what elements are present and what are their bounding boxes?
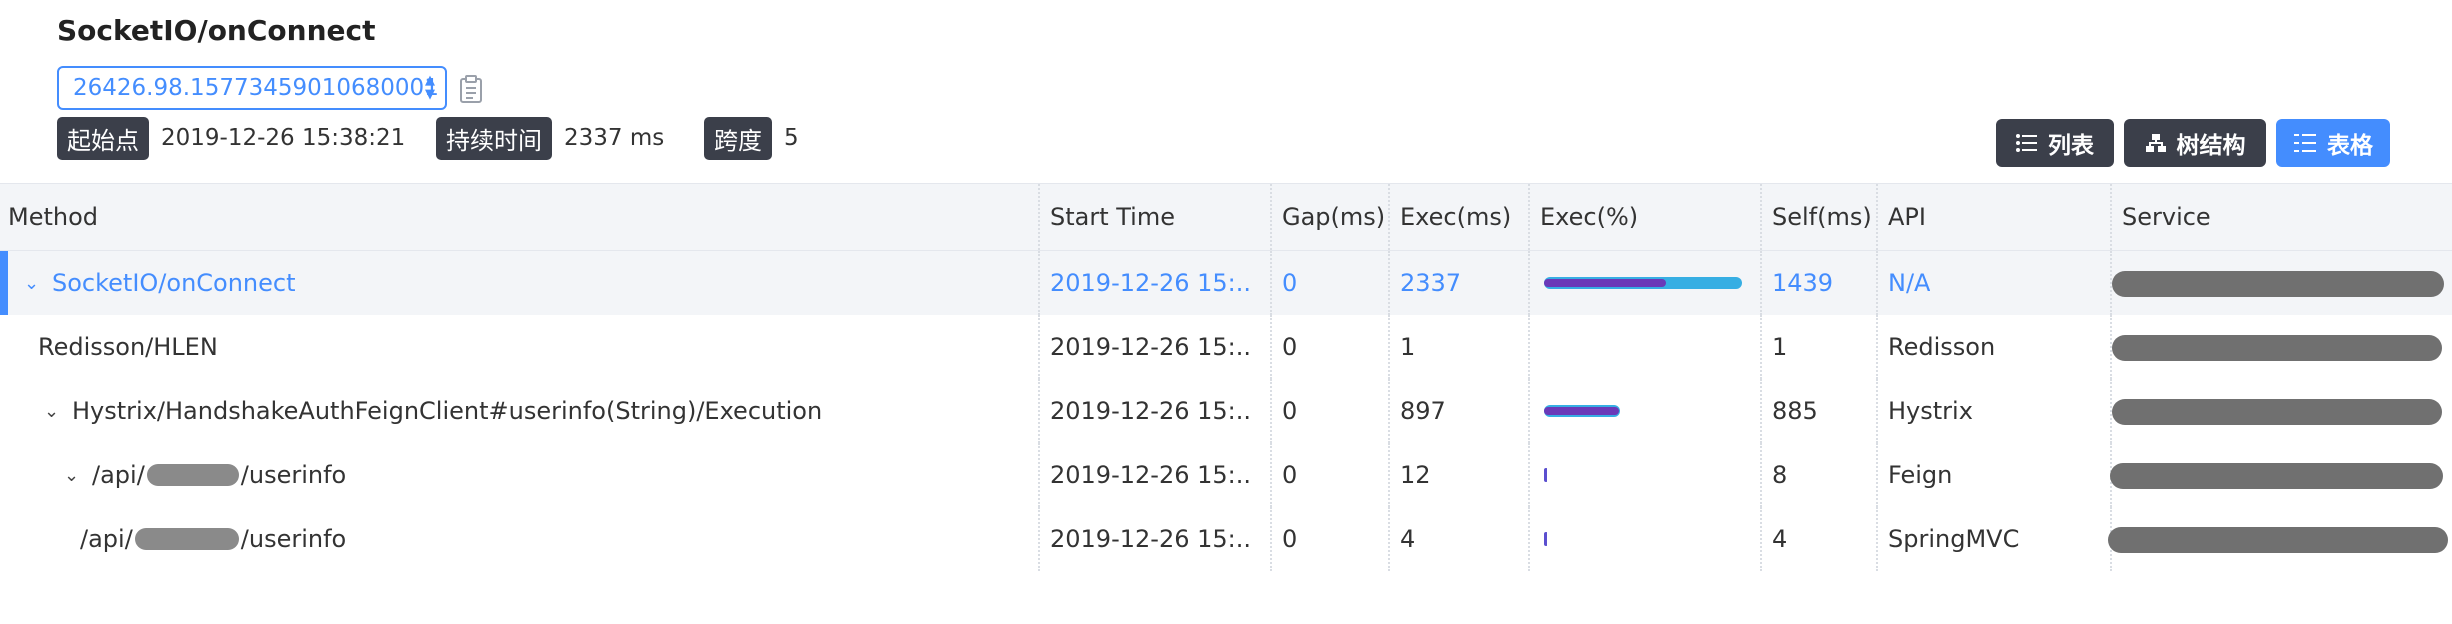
redacted-service — [2112, 335, 2442, 361]
self-bar — [1544, 279, 1666, 287]
table-row[interactable]: ⌄ Hystrix/HandshakeAuthFeignClient#useri… — [0, 379, 2452, 443]
duration-badge: 持续时间 — [436, 116, 552, 160]
col-service[interactable]: Service — [2122, 184, 2211, 250]
start-time: 2019-12-26 15:... — [1050, 269, 1250, 297]
start-badge: 起始点 — [57, 116, 149, 160]
list-view-label: 列表 — [2048, 133, 2094, 159]
method-suffix: /userinfo — [240, 525, 347, 553]
gap-value: 0 — [1282, 461, 1298, 489]
method-prefix: /api/ — [80, 525, 133, 553]
self-value: 1439 — [1772, 269, 1834, 297]
exec-value: 2337 — [1400, 269, 1462, 297]
api-value: Redisson — [1888, 333, 1996, 361]
meta-span: 跨度 5 — [704, 116, 799, 160]
redacted-segment — [146, 464, 239, 486]
method-name: Redisson/HLEN — [38, 333, 218, 361]
table-icon — [2294, 134, 2316, 152]
api-value: N/A — [1888, 269, 1931, 297]
self-bar — [1544, 407, 1619, 415]
gap-value: 0 — [1282, 397, 1298, 425]
trace-table: Method Start Time Gap(ms) Exec(ms) Exec(… — [0, 183, 2452, 571]
exec-value: 897 — [1400, 397, 1446, 425]
self-value: 885 — [1772, 397, 1818, 425]
span-badge: 跨度 — [704, 116, 772, 160]
method-prefix: /api/ — [92, 461, 145, 489]
method-name: Hystrix/HandshakeAuthFeignClient#userinf… — [72, 397, 823, 425]
exec-value: 4 — [1400, 525, 1416, 553]
exec-bar-tiny — [1544, 532, 1548, 546]
api-value: Feign — [1888, 461, 1953, 489]
table-row[interactable]: ⌄ SocketIO/onConnect 2019-12-26 15:... 0… — [0, 251, 2452, 315]
page-title: SocketIO/onConnect — [57, 14, 376, 47]
chevron-down-icon[interactable]: ⌄ — [24, 273, 44, 294]
redacted-service — [2110, 463, 2443, 489]
start-value: 2019-12-26 15:38:21 — [161, 125, 406, 151]
span-value: 5 — [784, 125, 799, 151]
redacted-service — [2108, 527, 2448, 553]
self-value: 8 — [1772, 461, 1788, 489]
trace-id-select[interactable]: 26426.98.15773459010680001 ▲ ▼ — [57, 66, 447, 110]
meta-duration: 持续时间 2337 ms — [436, 116, 665, 160]
exec-value: 12 — [1400, 461, 1431, 489]
exec-bar-tiny — [1544, 468, 1548, 482]
table-view-label: 表格 — [2327, 133, 2373, 159]
chevron-down-icon[interactable]: ⌄ — [64, 465, 84, 486]
col-self[interactable]: Self(ms) — [1772, 184, 1872, 250]
api-value: SpringMVC — [1888, 525, 2020, 553]
col-exec-pct[interactable]: Exec(%) — [1540, 184, 1638, 250]
list-view-button[interactable]: 列表 — [1996, 119, 2114, 167]
start-time: 2019-12-26 15:... — [1050, 461, 1250, 489]
tree-view-label: 树结构 — [2176, 133, 2246, 159]
table-row[interactable]: /api/ /userinfo 2019-12-26 15:... 0 4 4 … — [0, 507, 2452, 571]
select-arrows-icon: ▲ ▼ — [425, 73, 435, 102]
start-time: 2019-12-26 15:... — [1050, 397, 1250, 425]
list-icon — [2016, 134, 2037, 152]
col-exec[interactable]: Exec(ms) — [1400, 184, 1511, 250]
col-method[interactable]: Method — [8, 184, 98, 250]
col-gap[interactable]: Gap(ms) — [1282, 184, 1385, 250]
trace-id-value: 26426.98.15773459010680001 — [73, 75, 439, 101]
exec-bar — [1544, 277, 1742, 289]
duration-value: 2337 ms — [564, 125, 665, 151]
gap-value: 0 — [1282, 333, 1298, 361]
table-row[interactable]: Redisson/HLEN 2019-12-26 15:... 0 1 1 Re… — [0, 315, 2452, 379]
method-name: SocketIO/onConnect — [52, 269, 296, 297]
gap-value: 0 — [1282, 525, 1298, 553]
method-suffix: /userinfo — [240, 461, 347, 489]
start-time: 2019-12-26 15:... — [1050, 525, 1250, 553]
table-view-button[interactable]: 表格 — [2276, 119, 2390, 167]
redacted-service — [2112, 271, 2444, 297]
redacted-service — [2112, 399, 2442, 425]
meta-start: 起始点 2019-12-26 15:38:21 — [57, 116, 406, 160]
col-api[interactable]: API — [1888, 184, 1926, 250]
table-row[interactable]: ⌄ /api/ /userinfo 2019-12-26 15:... 0 12… — [0, 443, 2452, 507]
col-start-time[interactable]: Start Time — [1050, 184, 1175, 250]
clipboard-icon[interactable] — [457, 74, 485, 104]
exec-value: 1 — [1400, 333, 1416, 361]
exec-bar — [1544, 405, 1620, 417]
self-value: 1 — [1772, 333, 1788, 361]
tree-icon — [2145, 134, 2166, 152]
chevron-down-icon[interactable]: ⌄ — [44, 401, 64, 422]
redacted-segment — [134, 528, 239, 550]
gap-value: 0 — [1282, 269, 1298, 297]
tree-view-button[interactable]: 树结构 — [2124, 119, 2266, 167]
start-time: 2019-12-26 15:... — [1050, 333, 1250, 361]
api-value: Hystrix — [1888, 397, 1973, 425]
self-value: 4 — [1772, 525, 1788, 553]
table-header: Method Start Time Gap(ms) Exec(ms) Exec(… — [0, 183, 2452, 251]
